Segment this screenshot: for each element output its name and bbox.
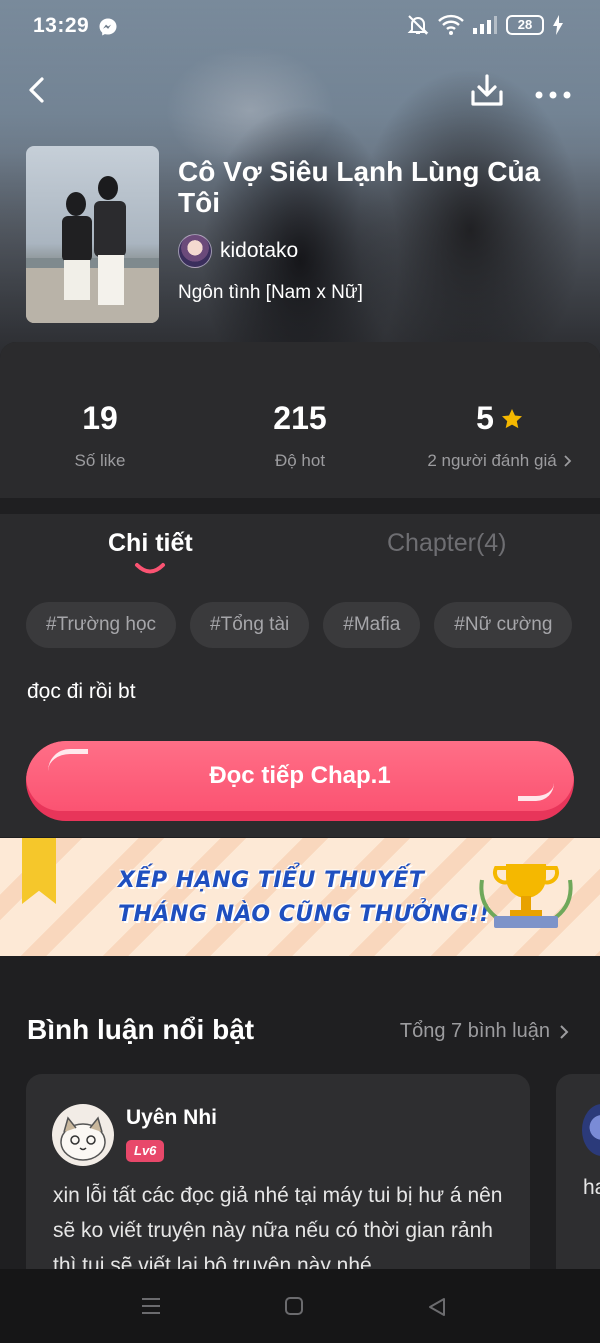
cat-avatar-icon: [60, 1116, 106, 1161]
top-bar: [0, 66, 600, 116]
stats-panel: 19 Số like 215 Độ hot 5 2 người đánh giá: [0, 342, 600, 498]
tab-indicator: [135, 563, 165, 574]
status-time: 13:29: [33, 14, 90, 37]
author-row[interactable]: kidotako: [178, 234, 298, 268]
comments-total-link[interactable]: Tổng 7 bình luận: [400, 1020, 570, 1043]
recent-apps-icon[interactable]: [140, 1295, 162, 1317]
rating-value-row: 5: [476, 400, 524, 437]
hot-label: Độ hot: [274, 451, 326, 470]
tag-chip[interactable]: #Nữ cường: [434, 602, 573, 648]
story-cover[interactable]: [26, 146, 159, 323]
stat-hot: 215 Độ hot: [200, 400, 400, 471]
tab-detail[interactable]: Chi tiết: [108, 529, 193, 558]
continue-reading-face: Đọc tiếp Chap.1: [26, 741, 574, 811]
stat-rating[interactable]: 5 2 người đánh giá: [400, 400, 600, 471]
banner-line1: XẾP HẠNG TIỂU THUYẾT: [118, 868, 425, 893]
continue-reading-label: Đọc tiếp Chap.1: [209, 762, 391, 789]
comments-total: Tổng 7 bình luận: [399, 1020, 550, 1042]
more-icon[interactable]: [530, 70, 576, 112]
level-badge: Lv6: [126, 1140, 165, 1162]
commenter-avatar: [582, 1104, 600, 1156]
status-bar: 13:29 28: [0, 0, 600, 54]
home-icon[interactable]: [284, 1296, 304, 1316]
battery-level: 28: [517, 17, 533, 32]
hot-value: 215: [273, 400, 327, 436]
commenter-name: Uyên Nhi: [126, 1106, 218, 1129]
chevron-right-icon: [564, 455, 571, 467]
tag-chip[interactable]: #Trường học: [26, 602, 177, 648]
comment-text: xin lỗi tất các đọc giả nhé tại máy tui …: [53, 1184, 503, 1277]
back-icon[interactable]: [20, 70, 56, 110]
content-sheet: 19 Số like 215 Độ hot 5 2 người đánh giá…: [0, 342, 600, 1343]
detail-panel: Chi tiết Chapter(4) #Trường học #Tổng tà…: [0, 514, 600, 837]
trophy-icon: [479, 864, 573, 928]
story-genre: Ngôn tình [Nam x Nữ]: [178, 282, 363, 303]
rating-label: 2 người đánh giá: [427, 451, 557, 470]
battery-indicator: 28: [506, 15, 544, 35]
messenger-icon: [99, 18, 117, 36]
comment-text: ha: [583, 1176, 600, 1199]
commenter-avatar: [52, 1104, 114, 1166]
cover-image: [26, 176, 159, 323]
story-description: đọc đi rồi bt: [27, 680, 136, 703]
download-icon[interactable]: [466, 70, 508, 112]
tag-list: #Trường học #Tổng tài #Mafia #Nữ cường: [26, 602, 573, 648]
system-nav-bar: [0, 1269, 600, 1343]
stat-likes: 19 Số like: [0, 400, 200, 471]
back-nav-icon[interactable]: [426, 1296, 448, 1318]
signal-icon: [473, 16, 497, 34]
continue-reading-button[interactable]: Đọc tiếp Chap.1: [26, 741, 574, 821]
likes-label: Số like: [74, 451, 126, 470]
author-avatar: [178, 234, 212, 268]
likes-value: 19: [82, 400, 118, 436]
wifi-icon: [438, 14, 464, 35]
mute-icon: [407, 15, 429, 35]
banner-text: XẾP HẠNG TIỂU THUYẾT THÁNG NÀO CŨNG THƯỞ…: [118, 864, 490, 932]
charging-icon: [553, 15, 563, 35]
story-title: Cô Vợ Siêu Lạnh Lùng Của Tôi: [178, 156, 541, 218]
bookmark-ribbon-icon: [22, 838, 56, 904]
rating-value: 5: [476, 400, 494, 436]
tab-chapter[interactable]: Chapter(4): [387, 529, 507, 558]
tag-chip[interactable]: #Tổng tài: [190, 602, 310, 648]
chevron-right-icon: [560, 1024, 569, 1039]
author-name: kidotako: [220, 239, 299, 262]
star-icon: [501, 408, 522, 428]
rating-label-row: 2 người đánh giá: [427, 451, 572, 471]
comments-title: Bình luận nổi bật: [27, 1014, 255, 1045]
banner-line2: THÁNG NÀO CŨNG THƯỞNG!!: [118, 902, 490, 927]
tag-chip[interactable]: #Mafia: [323, 602, 421, 648]
ranking-banner[interactable]: XẾP HẠNG TIỂU THUYẾT THÁNG NÀO CŨNG THƯỞ…: [0, 838, 600, 956]
